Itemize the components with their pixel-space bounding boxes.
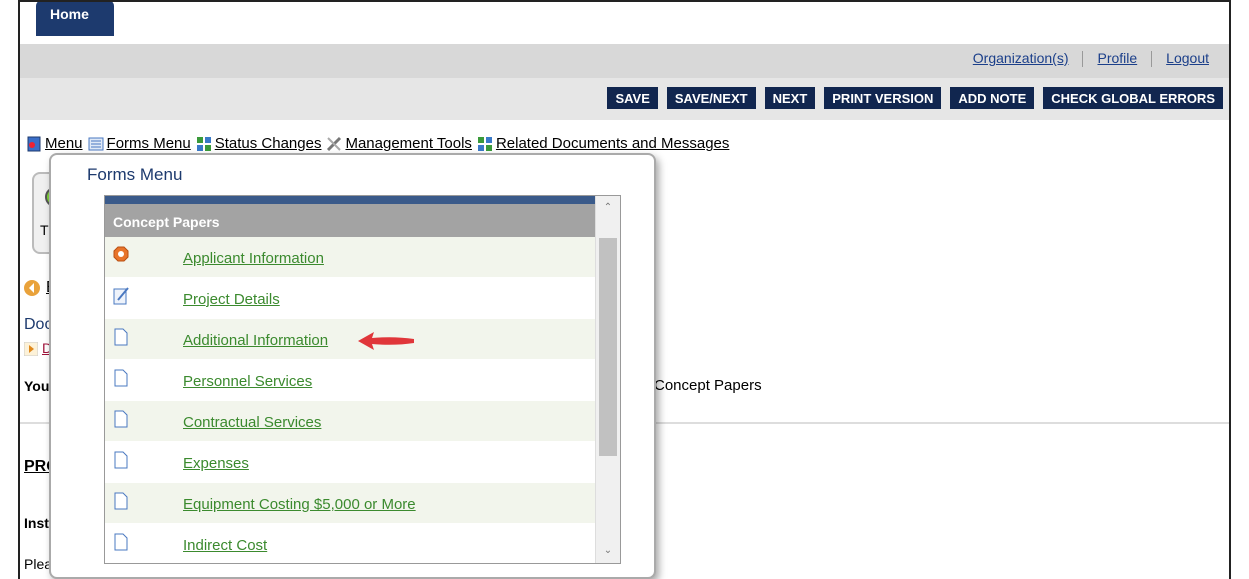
status-changes-link[interactable]: Status Changes [215, 135, 322, 152]
management-tools-link[interactable]: Management Tools [345, 135, 471, 152]
scroll-thumb[interactable] [599, 238, 617, 456]
next-button[interactable]: NEXT [764, 87, 816, 109]
divider [1151, 51, 1153, 68]
additional-information-link[interactable]: Additional Information [183, 332, 328, 349]
list-item[interactable]: Equipment Costing $5,000 or More [105, 483, 595, 524]
contractual-services-link[interactable]: Contractual Services [183, 414, 321, 431]
check-global-errors-button[interactable]: CHECK GLOBAL ERRORS [1043, 87, 1223, 109]
logout-link[interactable]: Logout [1166, 50, 1209, 66]
list-item[interactable]: Contractual Services [105, 401, 595, 442]
profile-link[interactable]: Profile [1097, 50, 1137, 66]
organizations-link[interactable]: Organization(s) [973, 50, 1069, 66]
equipment-costing-link[interactable]: Equipment Costing $5,000 or More [183, 496, 416, 513]
scrollbar[interactable]: ⌃ ⌄ [595, 196, 620, 563]
document-icon [114, 492, 128, 510]
personnel-services-link[interactable]: Personnel Services [183, 373, 312, 390]
expand-icon[interactable] [24, 342, 38, 356]
back-icon[interactable] [23, 279, 41, 297]
save-next-button[interactable]: SAVE/NEXT [666, 87, 756, 109]
print-version-button[interactable]: PRINT VERSION [824, 87, 942, 109]
list-item[interactable]: Applicant Information [105, 237, 595, 278]
document-icon [114, 369, 128, 387]
edit-document-icon [113, 287, 129, 305]
section-header: Concept Papers [105, 204, 595, 237]
red-arrow-icon [358, 332, 414, 350]
status-changes-icon [196, 136, 211, 151]
list-item[interactable]: Additional Information [105, 319, 595, 360]
popup-title: Forms Menu [87, 165, 183, 184]
list-top-strip [105, 196, 595, 204]
home-tab[interactable]: Home [36, 2, 114, 36]
applicant-information-link[interactable]: Applicant Information [183, 250, 324, 267]
menu-link[interactable]: Menu [45, 135, 83, 152]
forms-list: Concept Papers Applicant Information Pro… [104, 195, 621, 564]
divider [1082, 51, 1084, 68]
scroll-down-icon[interactable]: ⌄ [602, 545, 614, 557]
indirect-cost-link[interactable]: Indirect Cost [183, 537, 267, 554]
forms-menu-icon [88, 137, 104, 150]
forms-menu-link[interactable]: Forms Menu [107, 135, 191, 152]
document-icon [114, 533, 128, 551]
menu-bar: Menu Forms Menu Status Changes Managemen… [26, 135, 731, 152]
menu-icon [27, 136, 41, 151]
save-button[interactable]: SAVE [607, 87, 658, 109]
expenses-link[interactable]: Expenses [183, 455, 249, 472]
list-item[interactable]: Indirect Cost [105, 524, 595, 563]
list-item[interactable]: Project Details [105, 278, 595, 319]
document-icon [114, 328, 128, 346]
tools-icon [327, 136, 342, 151]
document-icon [114, 410, 128, 428]
breadcrumb-concept-papers: Concept Papers [654, 377, 762, 394]
stop-sign-icon [113, 246, 129, 262]
scroll-up-icon[interactable]: ⌃ [602, 202, 614, 214]
add-note-button[interactable]: ADD NOTE [950, 87, 1035, 109]
project-details-link[interactable]: Project Details [183, 291, 280, 308]
list-item[interactable]: Expenses [105, 442, 595, 483]
related-documents-link[interactable]: Related Documents and Messages [496, 135, 729, 152]
document-icon [114, 451, 128, 469]
form-items: Applicant Information Project Details Ad… [105, 237, 595, 563]
top-links: Organization(s) Profile Logout [973, 50, 1209, 68]
forms-menu-popup: Forms Menu Concept Papers Applicant Info… [49, 153, 656, 579]
toolbar: SAVE SAVE/NEXT NEXT PRINT VERSION ADD NO… [607, 87, 1223, 109]
related-documents-icon [477, 136, 492, 151]
list-item[interactable]: Personnel Services [105, 360, 595, 401]
